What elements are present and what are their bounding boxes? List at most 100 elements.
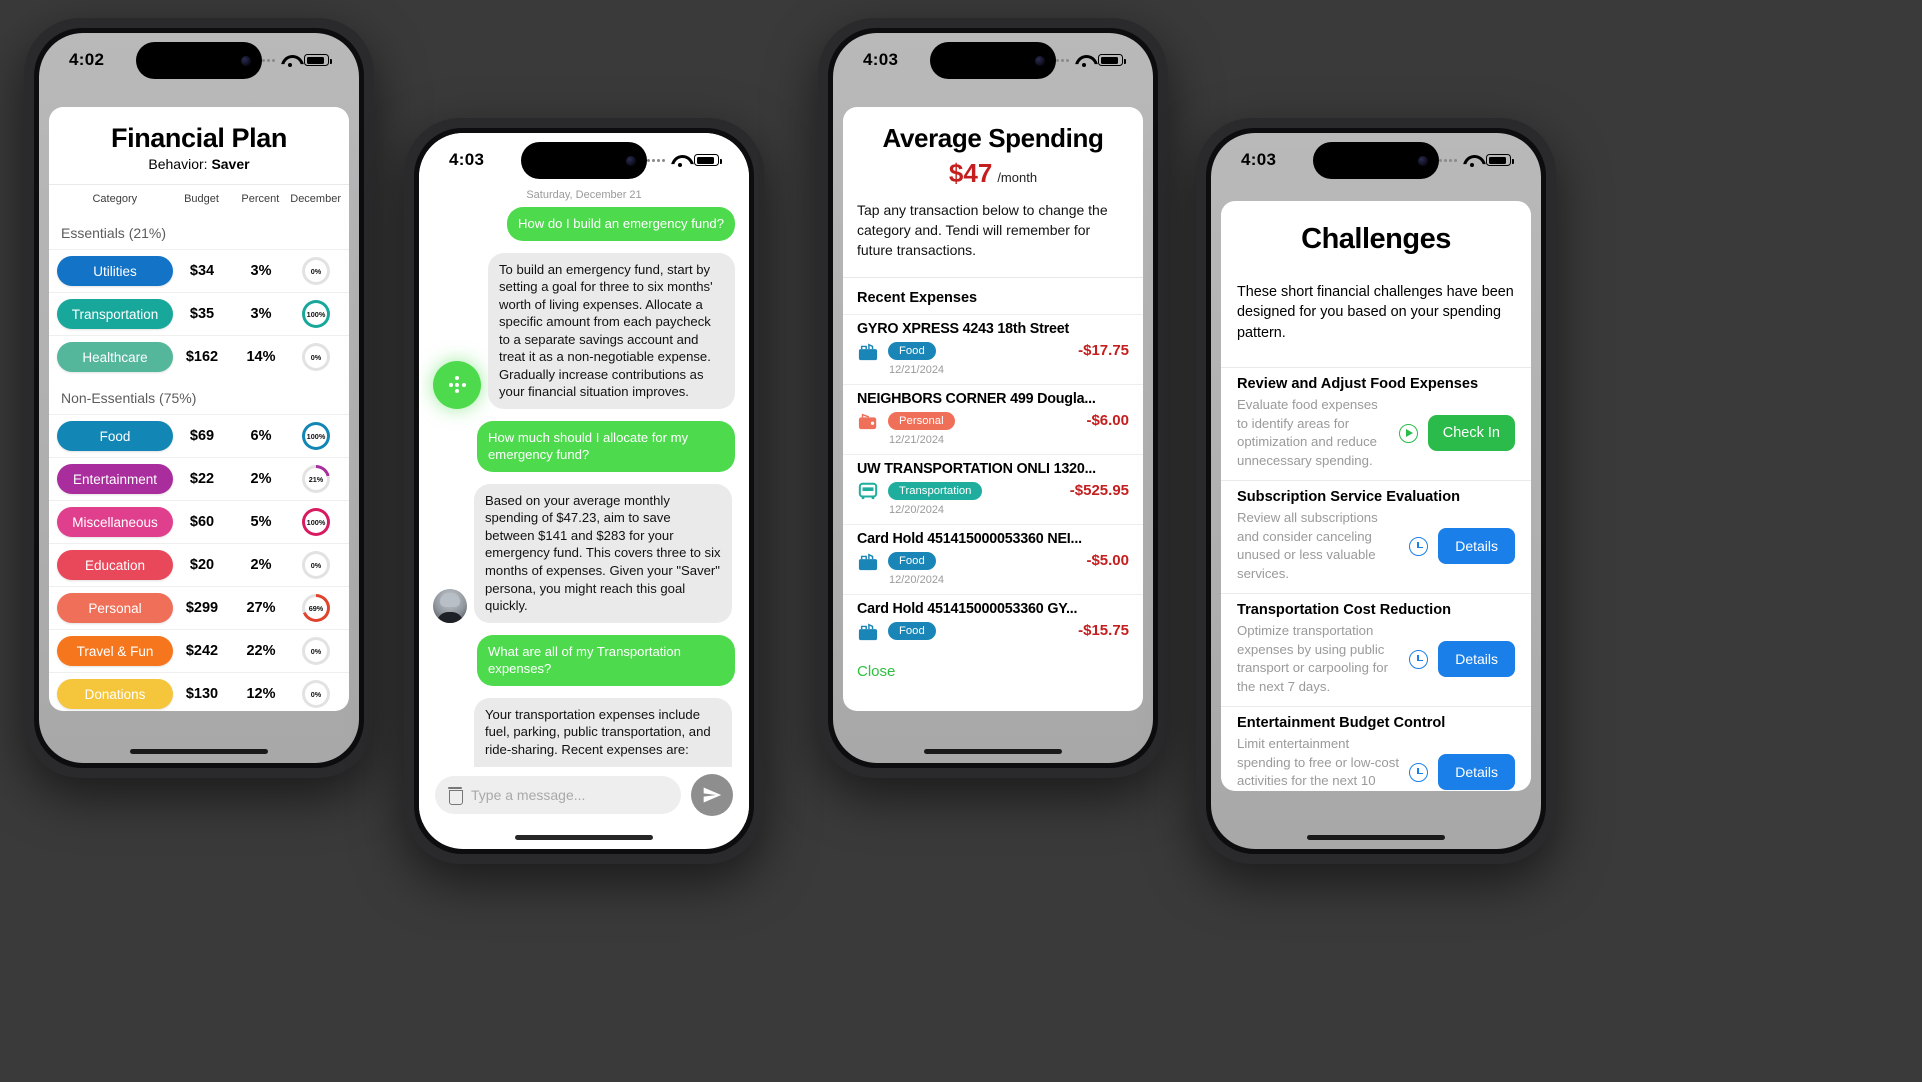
budget-value: $242 bbox=[185, 643, 219, 659]
average-spending-card: Average Spending $47/month Tap any trans… bbox=[843, 107, 1143, 711]
challenge-item: Subscription Service Evaluation Review al… bbox=[1221, 480, 1531, 593]
chat-message-bot: Your transportation expenses include fue… bbox=[419, 692, 749, 767]
front-camera-icon bbox=[241, 55, 251, 66]
details-button[interactable]: Details bbox=[1438, 754, 1515, 791]
behavior-value: Saver bbox=[211, 156, 250, 172]
budget-value: $35 bbox=[189, 306, 215, 322]
phone-bezel: 4:03 Saturday, December 21 How do I buil… bbox=[414, 128, 754, 854]
phone-screen: 4:03 Challenges These short financial ch… bbox=[1211, 133, 1541, 849]
progress-ring-label: 0% bbox=[310, 560, 322, 570]
progress-ring-label: 100% bbox=[306, 309, 326, 319]
expense-category-tag[interactable]: Food bbox=[888, 341, 936, 360]
progress-ring-label: 0% bbox=[310, 689, 322, 699]
challenge-text: Review all subscriptions and consider ca… bbox=[1237, 510, 1378, 581]
clock-icon[interactable] bbox=[1409, 536, 1429, 556]
category-pill[interactable]: Transportation bbox=[57, 299, 173, 329]
expense-date: 12/21/2024 bbox=[889, 363, 945, 376]
details-button[interactable]: Details bbox=[1438, 528, 1515, 565]
message-bubble: What are all of my Transportation expens… bbox=[477, 634, 735, 686]
table-row[interactable]: Transportation $35 3% 100% bbox=[49, 292, 349, 335]
table-row[interactable]: Travel & Fun $242 22% 0% bbox=[49, 629, 349, 672]
expense-category-tag[interactable]: Transportation bbox=[888, 481, 983, 500]
expense-item[interactable]: UW TRANSPORTATION ONLI 1320... Transporta… bbox=[843, 453, 1143, 524]
category-pill[interactable]: Food bbox=[57, 421, 173, 451]
progress-ring-label: 0% bbox=[310, 352, 322, 362]
status-indicators bbox=[1439, 154, 1514, 167]
play-circle-icon[interactable] bbox=[1398, 423, 1418, 443]
battery-icon bbox=[1486, 154, 1514, 166]
phone-challenges: 4:03 Challenges These short financial ch… bbox=[1196, 118, 1556, 864]
dynamic-island bbox=[1313, 142, 1439, 179]
table-row[interactable]: Donations $130 12% 0% bbox=[49, 672, 349, 711]
expense-item[interactable]: NEIGHBORS CORNER 499 Dougla... Personal -$… bbox=[843, 383, 1143, 454]
table-row[interactable]: Personal $299 27% 69% bbox=[49, 586, 349, 629]
expense-item[interactable]: Card Hold 451415000053360 NEI... Food -$5.… bbox=[843, 523, 1143, 594]
expense-date: 12/20/2024 bbox=[889, 503, 945, 516]
chat-message-user: How much should I allocate for my emerge… bbox=[419, 415, 749, 478]
chat-transcript[interactable]: Saturday, December 21 How do I build an … bbox=[419, 187, 749, 767]
status-indicators bbox=[257, 54, 332, 67]
budget-group-label: Non-Essentials (75%) bbox=[61, 390, 197, 406]
details-button[interactable]: Details bbox=[1438, 641, 1515, 678]
message-input-placeholder[interactable]: Type a message... bbox=[471, 787, 585, 803]
category-pill[interactable]: Education bbox=[57, 550, 173, 580]
page-description: Tap any transaction below to change the … bbox=[857, 202, 1108, 258]
table-row[interactable]: Healthcare $162 14% 0% bbox=[49, 335, 349, 378]
trash-icon[interactable] bbox=[448, 787, 463, 805]
category-pill[interactable]: Personal bbox=[57, 593, 173, 623]
challenge-item: Transportation Cost Reduction Optimize tr… bbox=[1221, 593, 1531, 706]
budget-value: $20 bbox=[189, 557, 215, 573]
message-input-wrapper[interactable]: Type a message... bbox=[435, 776, 681, 814]
column-budget: Budget bbox=[184, 193, 219, 205]
expense-category-tag[interactable]: Food bbox=[888, 551, 936, 570]
status-bar: 4:02 bbox=[39, 33, 359, 87]
front-camera-icon bbox=[1418, 155, 1428, 166]
cellular-signal-icon bbox=[647, 158, 665, 162]
phone-financial-plan: 4:02 Financial Plan Behavior: Saver Cate… bbox=[24, 18, 374, 778]
budget-value: $130 bbox=[185, 686, 219, 702]
expense-category-tag[interactable]: Food bbox=[888, 621, 936, 640]
message-text: How do I build an emergency fund? bbox=[518, 216, 724, 231]
table-row[interactable]: Entertainment $22 2% 21% bbox=[49, 457, 349, 500]
expense-item[interactable]: GYRO XPRESS 4243 18th Street Food -$17.75 1… bbox=[843, 313, 1143, 384]
category-pill[interactable]: Utilities bbox=[57, 256, 173, 286]
december-cell: 0% bbox=[291, 551, 341, 579]
category-pill[interactable]: Entertainment bbox=[57, 464, 173, 494]
expense-item[interactable]: Card Hold 451415000053360 GY... Food -$15.… bbox=[843, 593, 1143, 649]
expense-date: 12/21/2024 bbox=[889, 433, 945, 446]
expense-name: Card Hold 451415000053360 NEI... bbox=[857, 530, 1082, 547]
challenge-text: Evaluate food expenses to identify areas… bbox=[1237, 397, 1378, 468]
table-row[interactable]: Education $20 2% 0% bbox=[49, 543, 349, 586]
category-pill[interactable]: Miscellaneous bbox=[57, 507, 173, 537]
clock-icon[interactable] bbox=[1409, 762, 1429, 782]
page-title: Financial Plan bbox=[111, 123, 287, 153]
close-button[interactable]: Close bbox=[843, 649, 1143, 696]
percent-value: 27% bbox=[246, 600, 276, 616]
budget-value: $162 bbox=[185, 349, 219, 365]
table-row[interactable]: Food $69 6% 100% bbox=[49, 414, 349, 457]
groceries-icon bbox=[858, 623, 878, 640]
category-pill[interactable]: Donations bbox=[57, 679, 173, 709]
clock-icon[interactable] bbox=[1409, 649, 1429, 669]
phone-bezel: 4:02 Financial Plan Behavior: Saver Cate… bbox=[34, 28, 364, 768]
progress-ring-label: 0% bbox=[310, 266, 322, 276]
progress-ring-label: 100% bbox=[306, 431, 326, 441]
cellular-signal-icon bbox=[1439, 158, 1457, 162]
expense-category-tag[interactable]: Personal bbox=[888, 411, 955, 430]
average-amount: $47 bbox=[948, 158, 993, 188]
percent-value: 14% bbox=[246, 349, 276, 365]
category-pill[interactable]: Healthcare bbox=[57, 342, 173, 372]
table-row[interactable]: Miscellaneous $60 5% 100% bbox=[49, 500, 349, 543]
chat-message-bot: Based on your average monthly spending o… bbox=[419, 478, 749, 629]
challenge-title: Review and Adjust Food Expenses bbox=[1237, 376, 1479, 393]
send-button[interactable] bbox=[691, 774, 733, 816]
category-pill[interactable]: Travel & Fun bbox=[57, 636, 173, 666]
message-bubble: Your transportation expenses include fue… bbox=[474, 697, 732, 767]
wallet-icon bbox=[858, 413, 877, 429]
column-december: December bbox=[290, 193, 341, 205]
chat-message-user: What are all of my Transportation expens… bbox=[419, 629, 749, 692]
table-row[interactable]: Utilities $34 3% 0% bbox=[49, 249, 349, 292]
check-in-button[interactable]: Check In bbox=[1427, 415, 1515, 452]
table-header: Category Budget Percent December bbox=[49, 184, 349, 213]
progress-ring-label: 69% bbox=[308, 603, 324, 613]
